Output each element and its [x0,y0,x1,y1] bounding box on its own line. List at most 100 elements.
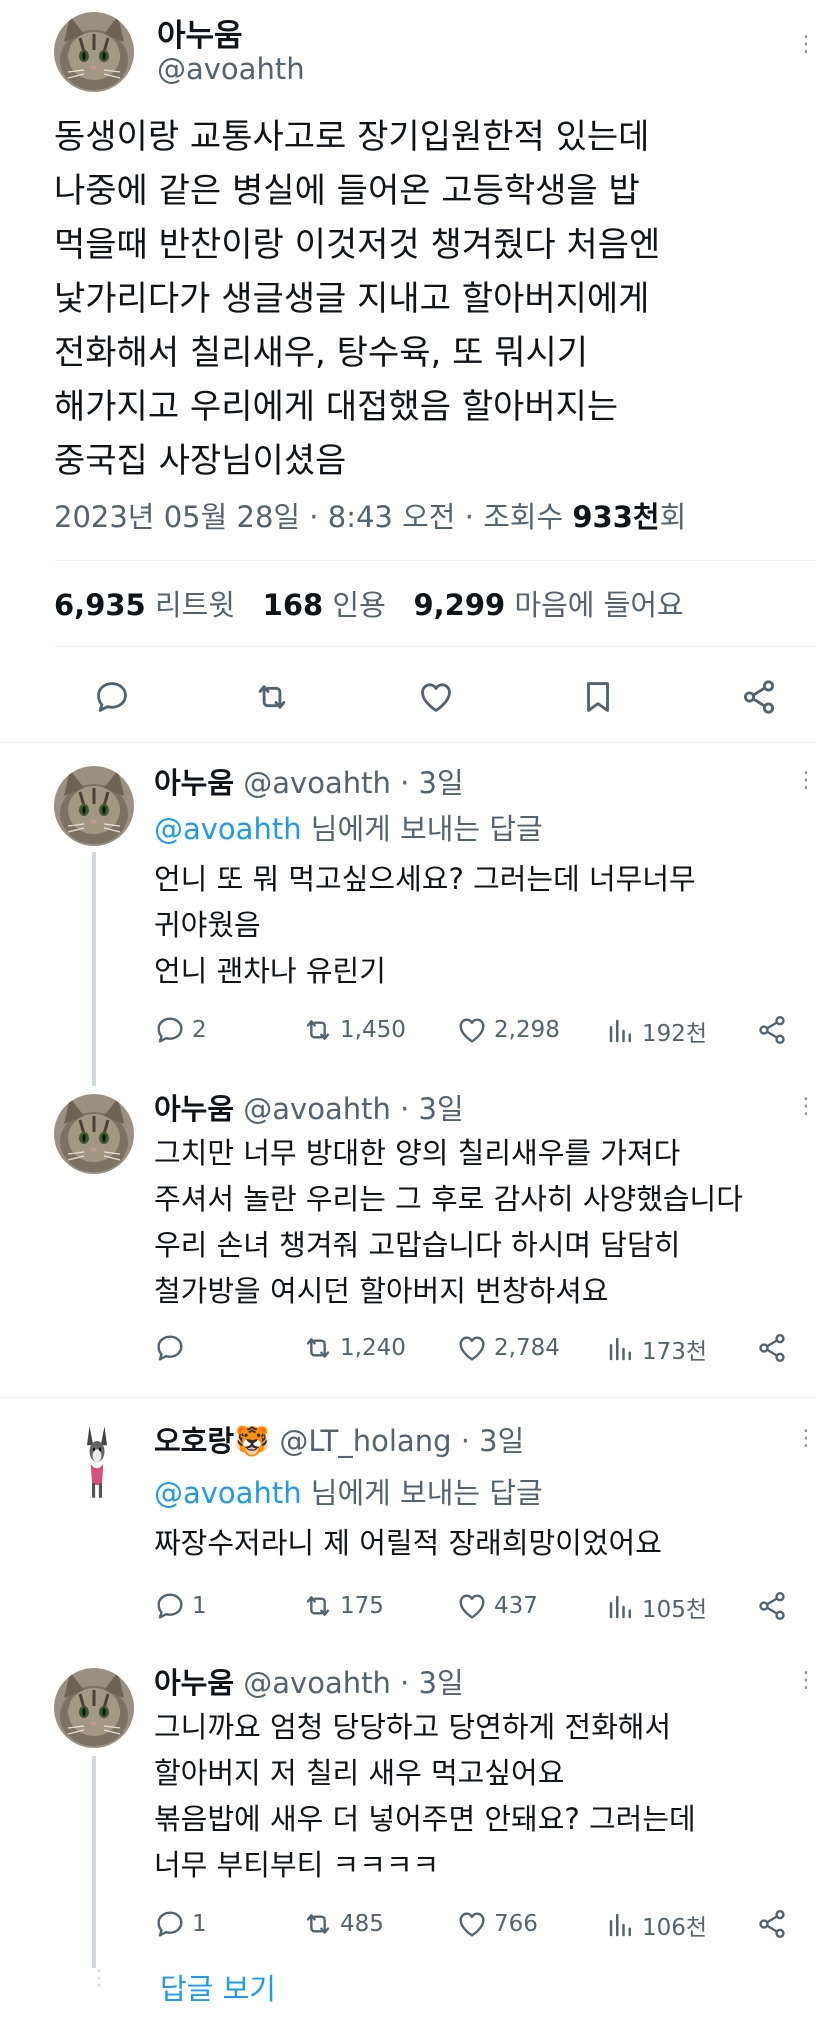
reply-action[interactable]: 2 [154,1014,207,1046]
like-label: 마음에 들어요 [514,588,684,622]
quote-label: 인용 [332,588,386,622]
share-icon[interactable] [756,1332,788,1364]
reply-line: 언니 괜차나 유린기 [154,954,386,988]
reply-count: 2 [192,1017,207,1043]
views-action[interactable]: 192천 [606,1014,707,1048]
more-options-icon[interactable]: ⋮ [795,1428,817,1450]
display-name[interactable]: 오호랑 [154,1424,234,1458]
views-action[interactable]: 173천 [606,1332,707,1366]
reply-icon[interactable] [93,678,131,716]
share-icon[interactable] [740,678,778,716]
reply-time[interactable]: · 3일 [400,766,464,800]
view-count: 933천 [572,500,660,534]
avatar[interactable] [54,1094,134,1174]
quote-count: 168 [262,588,324,622]
show-replies-link[interactable]: 답글 보기 [160,1966,276,2008]
retweet-count: 6,935 [54,588,146,622]
reply-action[interactable]: 1 [154,1908,207,1940]
views-count: 192천 [642,1021,708,1047]
more-options-icon[interactable]: ⋮ [795,770,817,792]
avatar[interactable] [54,1668,134,1748]
handle[interactable]: @avoahth [243,1666,391,1700]
retweet-count: 1,450 [340,1017,406,1043]
engagement-stats: 6,935 리트윗 168 인용 9,299 마음에 들어요 [54,582,684,624]
more-options-icon[interactable]: ⋮ [795,34,817,56]
reply-action[interactable]: 1 [154,1590,207,1622]
like-stat[interactable]: 9,299 마음에 들어요 [413,588,683,622]
tweet-line: 나중에 같은 병실에 들어온 고등학생을 밥 [54,171,640,211]
retweet-icon [302,1014,334,1046]
display-name[interactable]: 아누움 [154,1666,234,1700]
thread-dots-icon: ⋮ [88,1966,110,1991]
like-count: 2,784 [494,1335,560,1361]
bookmark-icon[interactable] [579,678,617,716]
avatar[interactable] [54,12,134,92]
like-icon[interactable] [417,678,455,716]
retweet-action[interactable]: 175 [302,1590,384,1622]
bar-chart-icon [606,1334,636,1364]
retweet-action[interactable]: 1,450 [302,1014,406,1046]
reply-count: 1 [192,1911,207,1937]
replying-to: @avoahth 님에게 보내는 답글 [154,1470,543,1516]
views-count: 173천 [642,1339,708,1365]
reply-line: 짜장수저라니 제 어릴적 장래희망이었어요 [154,1526,662,1560]
like-count: 9,299 [413,588,506,622]
retweet-icon [302,1590,334,1622]
more-options-icon[interactable]: ⋮ [795,1096,817,1118]
bar-chart-icon [606,1016,636,1046]
bar-chart-icon [606,1592,636,1622]
reply-line: 철가방을 여시던 할아버지 번창하셔요 [154,1274,609,1308]
handle[interactable]: @avoahth [243,1092,391,1126]
heart-icon [456,1908,488,1940]
handle[interactable]: @avoahth [243,766,391,800]
replying-to: @avoahth 님에게 보내는 답글 [154,806,543,852]
share-icon[interactable] [756,1014,788,1046]
like-action[interactable]: 2,298 [456,1014,560,1046]
display-name[interactable]: 아누움 [154,766,234,800]
like-count: 766 [494,1911,538,1937]
divider [54,560,817,561]
tweet-body: 동생이랑 교통사고로 장기입원한적 있는데 나중에 같은 병실에 들어온 고등학… [54,110,660,488]
reply-time[interactable]: · 3일 [400,1666,464,1700]
like-action[interactable]: 437 [456,1590,538,1622]
handle[interactable]: @LT_holang [279,1424,451,1458]
tweet-line: 전화해서 칠리새우, 탕수육, 또 뭐시기 [54,333,589,373]
heart-icon [456,1590,488,1622]
reply-time[interactable]: · 3일 [461,1424,525,1458]
retweet-action[interactable]: 1,240 [302,1332,406,1364]
reply-body: 언니 또 뭐 먹고싶으세요? 그러는데 너무너무 귀야웠음 언니 괜차나 유린기 [154,856,696,994]
replying-to-label: 님에게 보내는 답글 [310,812,543,846]
display-name[interactable]: 아누움 [154,1092,234,1126]
tweet-timestamp: 2023년 05월 28일 · 8:43 오전 · 조회수 933천회 [54,494,686,536]
timestamp-text[interactable]: 2023년 05월 28일 · 8:43 오전 · 조회수 [54,500,563,534]
quote-stat[interactable]: 168 인용 [263,588,386,622]
replying-to-label: 님에게 보내는 답글 [310,1476,543,1510]
more-options-icon[interactable]: ⋮ [795,1670,817,1692]
views-action[interactable]: 105천 [606,1590,707,1624]
reply-body: 그치만 너무 방대한 양의 칠리새우를 가져다 주셔서 놀란 우리는 그 후로 … [154,1130,743,1314]
share-icon[interactable] [756,1590,788,1622]
reply-header: 아누움 @avoahth · 3일 [154,1086,464,1132]
bar-chart-icon [606,1910,636,1940]
views-action[interactable]: 106천 [606,1908,707,1942]
reply-header: 아누움 @avoahth · 3일 [154,760,464,806]
display-name[interactable]: 아누움 [157,10,243,55]
like-action[interactable]: 2,784 [456,1332,560,1364]
reply-action[interactable] [154,1332,192,1364]
like-action[interactable]: 766 [456,1908,538,1940]
avatar[interactable] [72,1420,122,1504]
heart-icon [456,1332,488,1364]
handle[interactable]: @avoahth [157,52,305,86]
reply-line: 너무 부티부티 ㅋㅋㅋㅋ [154,1848,440,1882]
avatar[interactable] [54,766,134,846]
tweet-line: 중국집 사장님이셨음 [54,441,347,481]
retweet-icon [302,1332,334,1364]
retweet-stat[interactable]: 6,935 리트윗 [54,588,235,622]
mention-link[interactable]: @avoahth [154,812,302,846]
reply-time[interactable]: · 3일 [400,1092,464,1126]
retweet-icon[interactable] [253,678,291,716]
mention-link[interactable]: @avoahth [154,1476,302,1510]
retweet-action[interactable]: 485 [302,1908,384,1940]
share-icon[interactable] [756,1908,788,1940]
divider [0,1397,817,1398]
